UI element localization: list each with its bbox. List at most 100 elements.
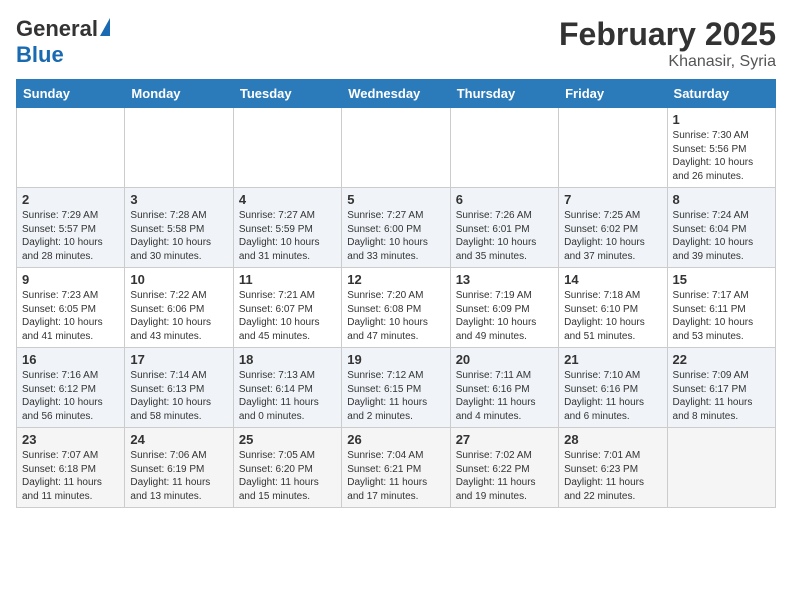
day-number: 11 [239,272,336,287]
day-number: 10 [130,272,227,287]
calendar-cell [125,108,233,188]
day-number: 20 [456,352,553,367]
calendar-week-row: 2 Sunrise: 7:29 AM Sunset: 5:57 PM Daylig… [17,188,776,268]
calendar-cell: 8 Sunrise: 7:24 AM Sunset: 6:04 PM Daylig… [667,188,775,268]
weekday-header-friday: Friday [559,80,667,108]
day-number: 23 [22,432,119,447]
logo-general-text: General [16,16,98,42]
day-info: Sunrise: 7:11 AM Sunset: 6:16 PM Dayligh… [456,369,553,423]
day-info: Sunrise: 7:28 AM Sunset: 5:58 PM Dayligh… [130,209,227,263]
calendar-cell: 17 Sunrise: 7:14 AM Sunset: 6:13 PM Dayli… [125,348,233,428]
calendar-table: SundayMondayTuesdayWednesdayThursdayFrid… [16,79,776,508]
day-info: Sunrise: 7:25 AM Sunset: 6:02 PM Dayligh… [564,209,661,263]
calendar-cell: 26 Sunrise: 7:04 AM Sunset: 6:21 PM Dayli… [342,428,450,508]
weekday-header-sunday: Sunday [17,80,125,108]
calendar-cell: 13Sunrise: 7:19 AM Sunset: 6:09 PM Dayli… [450,268,558,348]
calendar-cell: 23 Sunrise: 7:07 AM Sunset: 6:18 PM Dayli… [17,428,125,508]
day-info: Sunrise: 7:04 AM Sunset: 6:21 PM Dayligh… [347,449,444,503]
day-number: 2 [22,192,119,207]
day-number: 19 [347,352,444,367]
page-header: General Blue February 2025 Khanasir, Syr… [16,16,776,71]
day-number: 8 [673,192,770,207]
day-number: 15 [673,272,770,287]
weekday-header-tuesday: Tuesday [233,80,341,108]
day-number: 22 [673,352,770,367]
day-number: 7 [564,192,661,207]
day-number: 5 [347,192,444,207]
day-number: 17 [130,352,227,367]
day-info: Sunrise: 7:16 AM Sunset: 6:12 PM Dayligh… [22,369,119,423]
weekday-header-saturday: Saturday [667,80,775,108]
day-number: 26 [347,432,444,447]
calendar-cell: 2 Sunrise: 7:29 AM Sunset: 5:57 PM Daylig… [17,188,125,268]
logo: General Blue [16,16,110,68]
calendar-cell: 18 Sunrise: 7:13 AM Sunset: 6:14 PM Dayli… [233,348,341,428]
day-info: Sunrise: 7:18 AM Sunset: 6:10 PM Dayligh… [564,289,661,343]
calendar-cell [17,108,125,188]
day-info: Sunrise: 7:21 AM Sunset: 6:07 PM Dayligh… [239,289,336,343]
day-info: Sunrise: 7:06 AM Sunset: 6:19 PM Dayligh… [130,449,227,503]
calendar-week-row: 1 Sunrise: 7:30 AM Sunset: 5:56 PM Daylig… [17,108,776,188]
calendar-cell: 21Sunrise: 7:10 AM Sunset: 6:16 PM Dayli… [559,348,667,428]
calendar-cell: 15 Sunrise: 7:17 AM Sunset: 6:11 PM Dayli… [667,268,775,348]
calendar-cell: 7 Sunrise: 7:25 AM Sunset: 6:02 PM Daylig… [559,188,667,268]
logo-triangle-icon [100,18,110,36]
calendar-cell [342,108,450,188]
day-number: 27 [456,432,553,447]
day-number: 6 [456,192,553,207]
location-subtitle: Khanasir, Syria [559,53,776,71]
day-number: 9 [22,272,119,287]
calendar-cell: 24 Sunrise: 7:06 AM Sunset: 6:19 PM Dayli… [125,428,233,508]
day-number: 18 [239,352,336,367]
calendar-cell: 22 Sunrise: 7:09 AM Sunset: 6:17 PM Dayli… [667,348,775,428]
day-number: 1 [673,112,770,127]
calendar-cell: 6Sunrise: 7:26 AM Sunset: 6:01 PM Daylig… [450,188,558,268]
calendar-cell: 11 Sunrise: 7:21 AM Sunset: 6:07 PM Dayli… [233,268,341,348]
weekday-header-thursday: Thursday [450,80,558,108]
day-number: 21 [564,352,661,367]
day-number: 4 [239,192,336,207]
calendar-cell: 4 Sunrise: 7:27 AM Sunset: 5:59 PM Daylig… [233,188,341,268]
calendar-cell [559,108,667,188]
day-info: Sunrise: 7:20 AM Sunset: 6:08 PM Dayligh… [347,289,444,343]
calendar-week-row: 9Sunrise: 7:23 AM Sunset: 6:05 PM Daylig… [17,268,776,348]
day-number: 12 [347,272,444,287]
day-info: Sunrise: 7:07 AM Sunset: 6:18 PM Dayligh… [22,449,119,503]
weekday-header-wednesday: Wednesday [342,80,450,108]
day-info: Sunrise: 7:24 AM Sunset: 6:04 PM Dayligh… [673,209,770,263]
calendar-cell: 14Sunrise: 7:18 AM Sunset: 6:10 PM Dayli… [559,268,667,348]
weekday-header-row: SundayMondayTuesdayWednesdayThursdayFrid… [17,80,776,108]
weekday-header-monday: Monday [125,80,233,108]
day-info: Sunrise: 7:13 AM Sunset: 6:14 PM Dayligh… [239,369,336,423]
calendar-cell [233,108,341,188]
logo-blue-text: Blue [16,42,64,68]
calendar-cell: 20 Sunrise: 7:11 AM Sunset: 6:16 PM Dayli… [450,348,558,428]
calendar-cell: 19 Sunrise: 7:12 AM Sunset: 6:15 PM Dayli… [342,348,450,428]
day-info: Sunrise: 7:29 AM Sunset: 5:57 PM Dayligh… [22,209,119,263]
day-info: Sunrise: 7:14 AM Sunset: 6:13 PM Dayligh… [130,369,227,423]
calendar-cell: 25 Sunrise: 7:05 AM Sunset: 6:20 PM Dayli… [233,428,341,508]
day-number: 28 [564,432,661,447]
day-info: Sunrise: 7:05 AM Sunset: 6:20 PM Dayligh… [239,449,336,503]
calendar-cell [667,428,775,508]
day-info: Sunrise: 7:17 AM Sunset: 6:11 PM Dayligh… [673,289,770,343]
day-number: 24 [130,432,227,447]
calendar-cell: 16 Sunrise: 7:16 AM Sunset: 6:12 PM Dayli… [17,348,125,428]
calendar-cell [450,108,558,188]
day-info: Sunrise: 7:09 AM Sunset: 6:17 PM Dayligh… [673,369,770,423]
calendar-cell: 3 Sunrise: 7:28 AM Sunset: 5:58 PM Daylig… [125,188,233,268]
calendar-cell: 1 Sunrise: 7:30 AM Sunset: 5:56 PM Daylig… [667,108,775,188]
calendar-cell: 12 Sunrise: 7:20 AM Sunset: 6:08 PM Dayli… [342,268,450,348]
calendar-week-row: 23 Sunrise: 7:07 AM Sunset: 6:18 PM Dayli… [17,428,776,508]
day-info: Sunrise: 7:27 AM Sunset: 5:59 PM Dayligh… [239,209,336,263]
day-info: Sunrise: 7:22 AM Sunset: 6:06 PM Dayligh… [130,289,227,343]
day-number: 16 [22,352,119,367]
day-info: Sunrise: 7:30 AM Sunset: 5:56 PM Dayligh… [673,129,770,183]
month-year-title: February 2025 [559,16,776,53]
day-number: 25 [239,432,336,447]
day-number: 13 [456,272,553,287]
calendar-cell: 5Sunrise: 7:27 AM Sunset: 6:00 PM Daylig… [342,188,450,268]
day-number: 3 [130,192,227,207]
day-info: Sunrise: 7:12 AM Sunset: 6:15 PM Dayligh… [347,369,444,423]
calendar-cell: 28Sunrise: 7:01 AM Sunset: 6:23 PM Dayli… [559,428,667,508]
